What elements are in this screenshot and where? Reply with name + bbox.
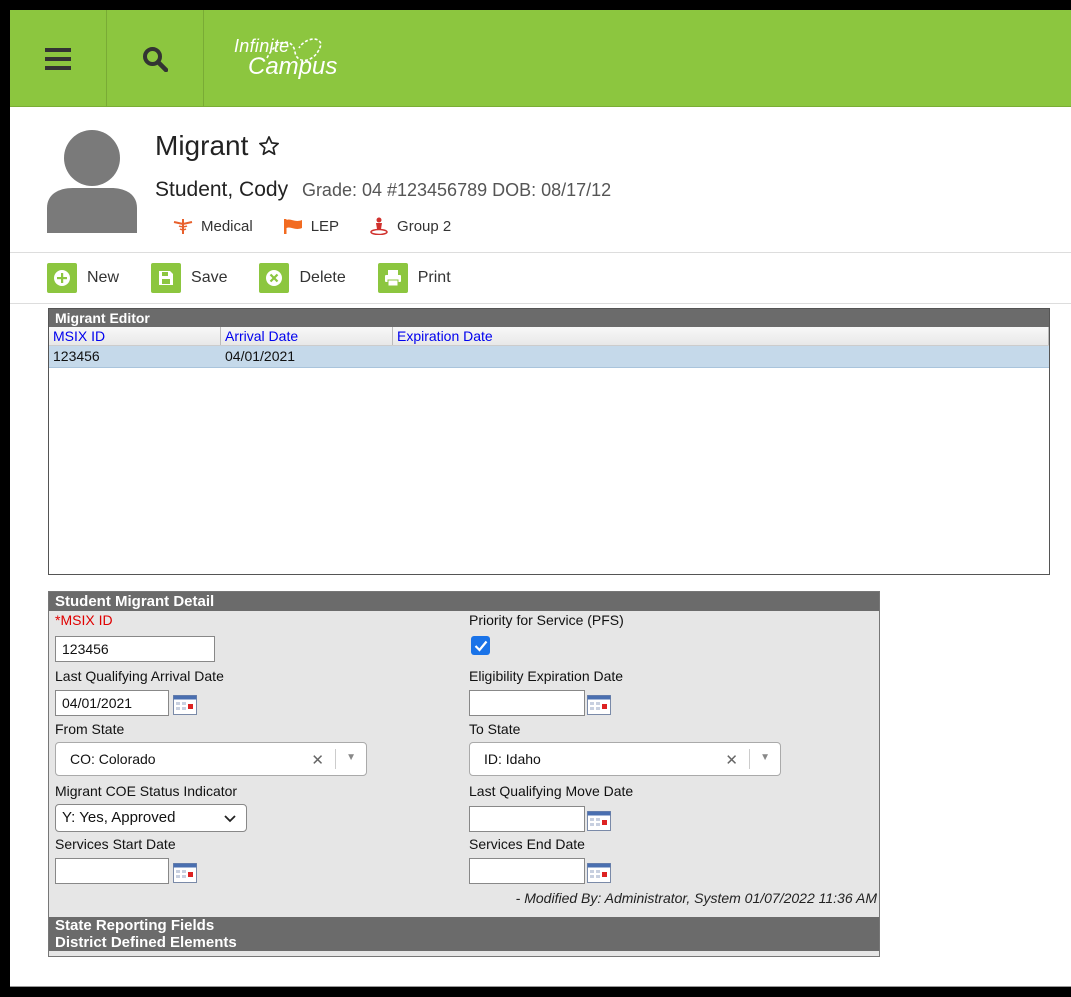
msix-id-label: *MSIX ID [55, 612, 113, 628]
last-qualifying-move-date-label: Last Qualifying Move Date [469, 783, 634, 799]
print-button-label: Print [417, 269, 451, 286]
flag-medical[interactable]: Medical [173, 217, 253, 235]
chevron-down-icon [224, 815, 236, 823]
services-start-date-label: Services Start Date [55, 836, 176, 852]
calendar-icon[interactable] [587, 695, 611, 715]
logo-infinity-swoosh-icon [266, 38, 323, 62]
search-icon [143, 46, 168, 72]
calendar-icon[interactable] [173, 695, 197, 715]
page-title: Migrant [155, 130, 280, 162]
calendar-icon[interactable] [587, 863, 611, 883]
row-arrival-date: 04/01/2021 [225, 348, 296, 364]
page-title-text: Migrant [155, 130, 249, 161]
state-reporting-fields-section[interactable]: State Reporting Fields [49, 917, 879, 934]
student-avatar [47, 130, 137, 233]
msix-id-input[interactable]: 123456 [55, 636, 215, 662]
priority-for-service-checkbox[interactable] [471, 636, 490, 655]
chevron-down-icon[interactable]: ▼ [760, 752, 770, 763]
student-migrant-detail-panel: Student Migrant Detail *MSIX ID 123456 L… [48, 591, 880, 957]
flag-group-2[interactable]: Group 2 [369, 217, 451, 235]
print-button[interactable]: Print [377, 263, 451, 293]
student-info: Student, Cody Grade: 04 #123456789 DOB: … [155, 178, 611, 202]
delete-x-circle-icon [266, 270, 283, 286]
select-divider [749, 749, 750, 769]
star-favorite-icon[interactable] [258, 135, 280, 157]
to-state-select[interactable]: ID: Idaho ✕ ▼ [469, 742, 781, 776]
eligibility-expiration-date-label: Eligibility Expiration Date [469, 668, 624, 684]
save-button-icon-box [151, 263, 182, 293]
flag-icon [283, 219, 302, 234]
row-expiration-date [393, 346, 1049, 367]
last-qualifying-arrival-date-label: Last Qualifying Arrival Date [55, 668, 224, 684]
plus-circle-icon [54, 270, 70, 286]
to-state-label: To State [469, 721, 521, 737]
from-state-select[interactable]: CO: Colorado ✕ ▼ [55, 742, 367, 776]
district-defined-elements-section[interactable]: District Defined Elements [49, 934, 879, 951]
services-end-date-input[interactable] [469, 858, 585, 884]
delete-button-icon-box [259, 263, 290, 293]
to-state-value: ID: Idaho [484, 751, 541, 767]
modified-by-text: - Modified By: Administrator, System 01/… [515, 890, 877, 906]
column-header-expiration-date[interactable]: Expiration Date [393, 327, 1049, 345]
new-button-label: New [87, 269, 120, 286]
flag-lep[interactable]: LEP [283, 217, 339, 235]
calendar-icon[interactable] [587, 811, 611, 831]
last-qualifying-move-date-input[interactable] [469, 806, 585, 832]
student-flags: Medical LEP Group 2 [173, 217, 451, 235]
from-state-value: CO: Colorado [70, 751, 156, 767]
student-migrant-detail-title: Student Migrant Detail [49, 592, 879, 611]
eligibility-expiration-date-input[interactable] [469, 690, 585, 716]
select-divider [335, 749, 336, 769]
student-name: Student, Cody [155, 178, 289, 201]
row-msix-id: 123456 [53, 348, 100, 364]
migrant-editor-panel: Migrant Editor MSIX ID Arrival Date Expi… [48, 308, 1050, 575]
services-start-date-input[interactable] [55, 858, 169, 884]
migrant-editor-title: Migrant Editor [49, 309, 1049, 327]
print-button-icon-box [377, 263, 408, 293]
migrant-coe-status-select[interactable]: Y: Yes, Approved [55, 804, 247, 832]
save-button-label: Save [191, 269, 228, 286]
new-button[interactable]: New [47, 263, 119, 293]
new-button-icon-box [47, 263, 77, 293]
chevron-down-icon[interactable]: ▼ [346, 752, 356, 763]
action-toolbar: New Save Delete Print [10, 252, 1071, 304]
top-navigation-bar: Infinite Campus [10, 10, 1071, 107]
flag-group-2-label: Group 2 [397, 217, 452, 235]
migrant-coe-status-value: Y: Yes, Approved [62, 809, 176, 826]
flag-lep-label: LEP [310, 217, 340, 235]
caduceus-icon [173, 219, 193, 234]
hamburger-menu-icon [45, 47, 71, 70]
migrant-editor-column-headers: MSIX ID Arrival Date Expiration Date [49, 327, 1049, 346]
calendar-icon[interactable] [173, 863, 197, 883]
migrant-coe-status-indicator-label: Migrant COE Status Indicator [55, 783, 238, 799]
search-button[interactable] [107, 10, 204, 107]
column-header-arrival-date[interactable]: Arrival Date [221, 327, 393, 345]
column-header-msix-id[interactable]: MSIX ID [49, 327, 221, 345]
delete-button-label: Delete [299, 269, 346, 286]
flag-medical-label: Medical [201, 217, 253, 235]
printer-icon [384, 270, 401, 287]
services-end-date-label: Services End Date [469, 836, 585, 852]
menu-button[interactable] [10, 10, 107, 107]
save-floppy-icon [159, 271, 174, 285]
table-row[interactable]: 123456 04/01/2021 [49, 346, 1049, 368]
clear-x-icon[interactable]: ✕ [311, 751, 324, 769]
student-meta: Grade: 04 #123456789 DOB: 08/17/12 [301, 180, 612, 200]
app-window: Infinite Campus Migrant Student, Cody Gr… [10, 10, 1071, 987]
last-qualifying-arrival-date-input[interactable]: 04/01/2021 [55, 690, 169, 716]
clear-x-icon[interactable]: ✕ [725, 751, 738, 769]
save-button[interactable]: Save [151, 263, 227, 293]
priority-for-service-label: Priority for Service (PFS) [469, 612, 624, 628]
checkmark-icon [474, 640, 487, 652]
from-state-label: From State [55, 721, 125, 737]
delete-button[interactable]: Delete [259, 263, 346, 293]
person-icon [370, 217, 388, 235]
